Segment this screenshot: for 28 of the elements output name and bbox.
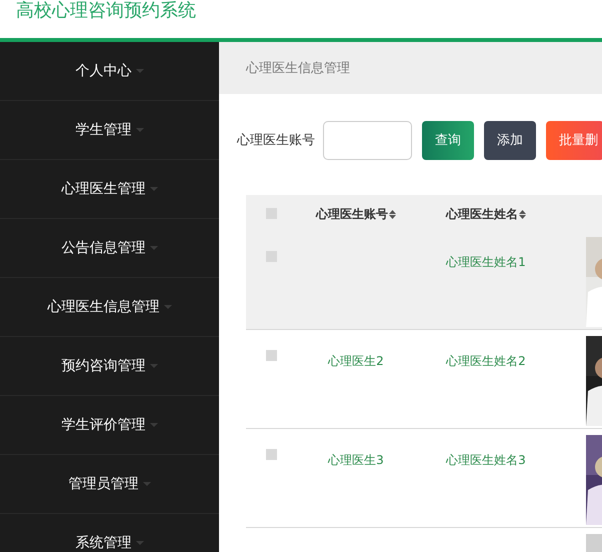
- sort-icon: [389, 210, 396, 219]
- checkbox[interactable]: [266, 251, 276, 262]
- sidebar-item[interactable]: 管理员管理: [68, 475, 138, 493]
- breadcrumb: 心理医生信息管理: [246, 60, 350, 77]
- sidebar-item[interactable]: 学生管理: [76, 121, 132, 139]
- sidebar-item[interactable]: 系统管理: [76, 534, 132, 552]
- add-button[interactable]: 添加: [484, 120, 536, 160]
- sidebar-item[interactable]: 心理医生管理: [62, 180, 146, 198]
- sidebar-item[interactable]: 个人中心: [76, 62, 132, 80]
- sidebar-item[interactable]: 学生评价管理: [62, 416, 146, 434]
- sidebar-item[interactable]: 预约咨询管理: [62, 357, 146, 375]
- search-button[interactable]: 查询: [422, 120, 474, 160]
- column-header[interactable]: 心理医生账号: [316, 206, 396, 223]
- sidebar-item[interactable]: 公告信息管理: [62, 239, 146, 257]
- app-title: 高校心理咨询预约系统: [15, 0, 196, 22]
- search-field[interactable]: [323, 120, 412, 160]
- table-cell: 心理医生姓名1: [446, 255, 526, 269]
- table-cell: 心理医生姓名3: [446, 453, 526, 467]
- column-header[interactable]: 心理医生姓名: [446, 206, 526, 223]
- sort-icon: [519, 210, 526, 219]
- table-cell: 心理医生姓名2: [446, 354, 526, 368]
- table-cell: 心理医生3: [328, 453, 384, 467]
- checkbox[interactable]: [266, 449, 276, 460]
- sidebar-item[interactable]: 心理医生信息管理: [48, 298, 160, 316]
- search-label: 心理医生账号: [237, 132, 315, 149]
- checkbox[interactable]: [266, 208, 276, 218]
- table-cell: 心理医生2: [328, 354, 384, 368]
- checkbox[interactable]: [266, 350, 276, 361]
